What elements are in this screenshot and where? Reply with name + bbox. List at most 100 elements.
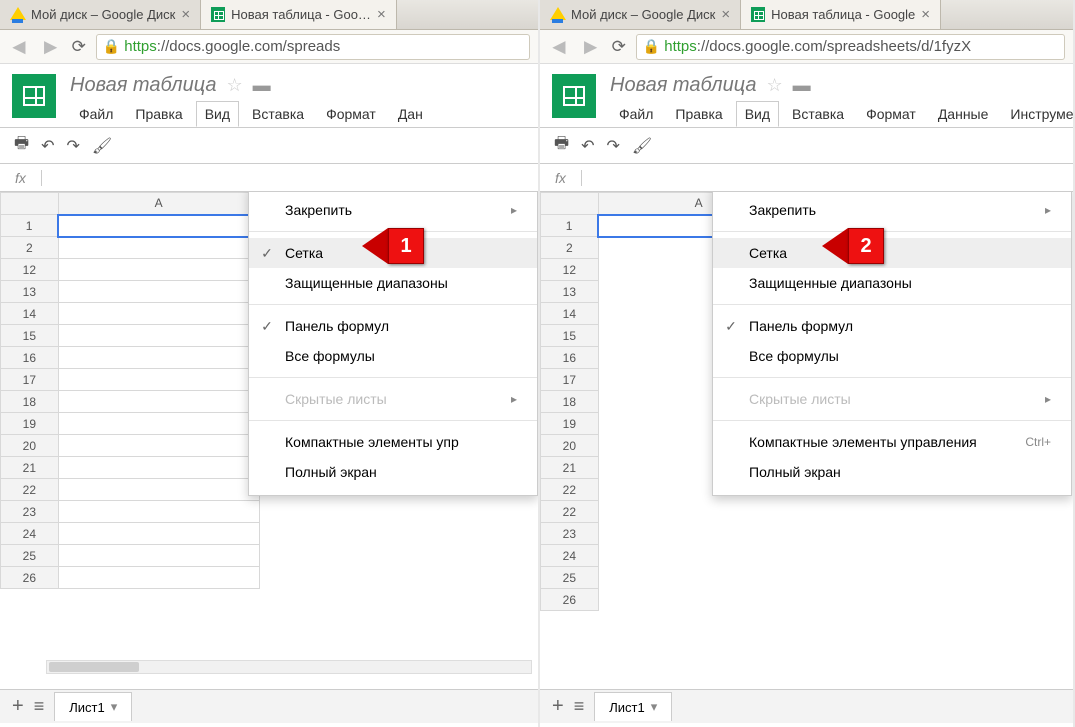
menu-item[interactable]: Защищенные диапазоны (249, 268, 537, 298)
menu-правка[interactable]: Правка (126, 101, 191, 127)
menu-файл[interactable]: Файл (610, 101, 662, 127)
row-header[interactable]: 13 (1, 281, 59, 303)
add-sheet-icon[interactable]: + (12, 695, 24, 718)
sheets-logo-icon[interactable] (12, 74, 56, 118)
sheet-tab[interactable]: Лист1 ▾ (594, 692, 672, 721)
row-header[interactable]: 23 (1, 501, 59, 523)
menu-item[interactable]: Закрепить▸ (713, 195, 1071, 225)
print-icon[interactable]: 🖶 (554, 132, 569, 159)
star-icon[interactable]: ☆ (766, 75, 782, 96)
menu-формат[interactable]: Формат (857, 101, 925, 127)
row-header[interactable]: 1 (1, 215, 59, 237)
menu-item[interactable]: ✓Панель формул (713, 311, 1071, 341)
paint-format-icon[interactable]: 🖌 (632, 136, 652, 156)
redo-icon[interactable]: ↷ (607, 136, 620, 156)
cell[interactable] (598, 589, 799, 611)
cell[interactable] (58, 281, 259, 303)
sheets-logo-icon[interactable] (552, 74, 596, 118)
close-icon[interactable]: × (721, 6, 730, 23)
spreadsheet-grid[interactable]: A12121314151617181920212223242526 (0, 192, 260, 589)
menu-формат[interactable]: Формат (317, 101, 385, 127)
row-header[interactable]: 15 (541, 325, 599, 347)
cell[interactable] (58, 457, 259, 479)
row-header[interactable]: 1 (541, 215, 599, 237)
row-header[interactable]: 12 (541, 259, 599, 281)
cell[interactable] (58, 391, 259, 413)
menu-вставка[interactable]: Вставка (783, 101, 853, 127)
star-icon[interactable]: ☆ (226, 75, 242, 96)
forward-icon[interactable]: ► (40, 36, 62, 58)
row-header[interactable]: 23 (541, 523, 599, 545)
row-header[interactable]: 24 (541, 545, 599, 567)
reload-icon[interactable]: ⟳ (612, 37, 626, 57)
forward-icon[interactable]: ► (580, 36, 602, 58)
cell[interactable] (58, 435, 259, 457)
menu-item[interactable]: ✓Панель формул (249, 311, 537, 341)
cell[interactable] (58, 347, 259, 369)
formula-input[interactable] (582, 164, 1073, 191)
cell[interactable] (598, 567, 799, 589)
folder-icon[interactable]: ▬ (793, 75, 811, 96)
horizontal-scrollbar[interactable] (46, 660, 532, 674)
row-header[interactable]: 19 (541, 413, 599, 435)
row-header[interactable]: 18 (1, 391, 59, 413)
close-icon[interactable]: × (921, 6, 930, 23)
cell[interactable] (58, 567, 259, 589)
menu-item[interactable]: Закрепить▸ (249, 195, 537, 225)
row-header[interactable]: 17 (1, 369, 59, 391)
browser-tab-sheets[interactable]: Новая таблица - Google × (741, 0, 941, 29)
row-header[interactable]: 21 (1, 457, 59, 479)
cell[interactable] (58, 545, 259, 567)
row-header[interactable]: 21 (541, 457, 599, 479)
doc-title[interactable]: Новая таблица (610, 74, 756, 97)
row-header[interactable]: 25 (1, 545, 59, 567)
redo-icon[interactable]: ↷ (67, 136, 80, 156)
cell[interactable] (58, 501, 259, 523)
menu-дан[interactable]: Дан (389, 101, 432, 127)
cell[interactable] (58, 303, 259, 325)
row-header[interactable]: 26 (541, 589, 599, 611)
cell[interactable] (58, 325, 259, 347)
address-bar[interactable]: 🔒 https ://docs.google.com/spreadsheets/… (636, 34, 1065, 60)
row-header[interactable]: 22 (541, 501, 599, 523)
cell[interactable] (58, 413, 259, 435)
menu-вид[interactable]: Вид (736, 101, 779, 127)
row-header[interactable]: 2 (541, 237, 599, 259)
menu-item[interactable]: Полный экран (713, 457, 1071, 487)
row-header[interactable]: 26 (1, 567, 59, 589)
row-header[interactable]: 13 (541, 281, 599, 303)
back-icon[interactable]: ◄ (548, 36, 570, 58)
row-header[interactable]: 20 (541, 435, 599, 457)
paint-format-icon[interactable]: 🖌 (92, 136, 112, 156)
back-icon[interactable]: ◄ (8, 36, 30, 58)
menu-item[interactable]: Сетка (713, 238, 1071, 268)
select-all-cell[interactable] (541, 193, 599, 215)
row-header[interactable]: 15 (1, 325, 59, 347)
cell[interactable] (598, 523, 799, 545)
menu-item[interactable]: Все формулы (713, 341, 1071, 371)
menu-данные[interactable]: Данные (929, 101, 998, 127)
cell[interactable] (58, 259, 259, 281)
close-icon[interactable]: × (181, 6, 190, 23)
menu-item[interactable]: Полный экран (249, 457, 537, 487)
select-all-cell[interactable] (1, 193, 59, 215)
chevron-down-icon[interactable]: ▾ (111, 699, 118, 715)
row-header[interactable]: 20 (1, 435, 59, 457)
all-sheets-icon[interactable]: ≡ (574, 696, 585, 717)
column-header[interactable]: A (58, 193, 259, 215)
menu-файл[interactable]: Файл (70, 101, 122, 127)
row-header[interactable]: 18 (541, 391, 599, 413)
address-bar[interactable]: 🔒 https ://docs.google.com/spreads (96, 34, 530, 60)
reload-icon[interactable]: ⟳ (72, 37, 86, 57)
chevron-down-icon[interactable]: ▾ (651, 699, 658, 715)
row-header[interactable]: 14 (541, 303, 599, 325)
undo-icon[interactable]: ↶ (41, 136, 54, 156)
cell[interactable] (58, 215, 259, 237)
row-header[interactable]: 17 (541, 369, 599, 391)
row-header[interactable]: 2 (1, 237, 59, 259)
cell[interactable] (598, 545, 799, 567)
cell[interactable] (58, 369, 259, 391)
cell[interactable] (598, 501, 799, 523)
menu-item[interactable]: Все формулы (249, 341, 537, 371)
undo-icon[interactable]: ↶ (581, 136, 594, 156)
